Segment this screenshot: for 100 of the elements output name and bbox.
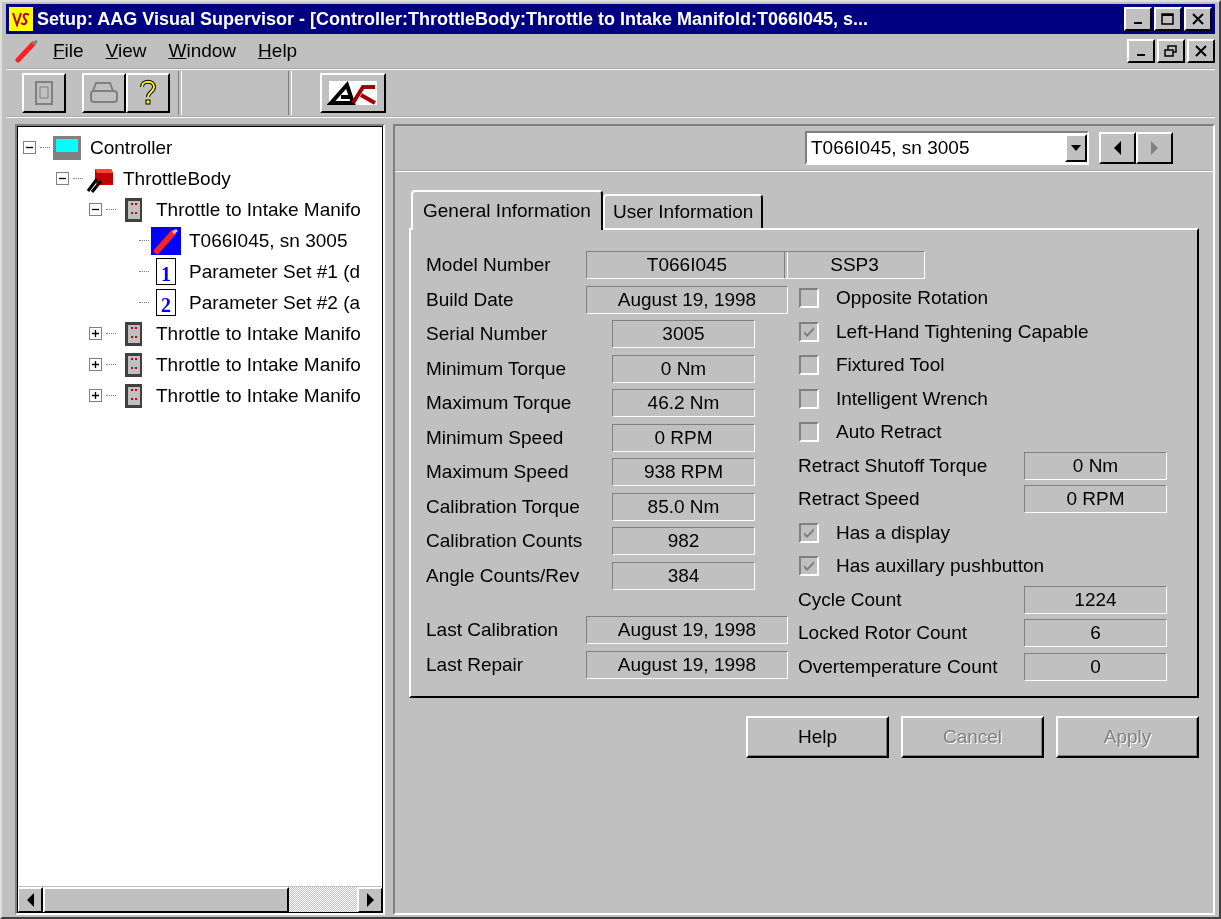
collapse-toggle[interactable] — [89, 203, 102, 216]
document-button[interactable] — [22, 73, 66, 113]
checkbox[interactable] — [799, 321, 819, 342]
restore-icon — [1164, 45, 1178, 57]
value-field: 46.2 Nm — [612, 389, 755, 418]
value-field: 6 — [1024, 619, 1167, 648]
right-arrow-icon — [365, 893, 375, 907]
print-button[interactable] — [82, 73, 126, 113]
value-field: August 19, 1998 — [586, 650, 788, 679]
menu-item[interactable]: View — [94, 40, 158, 62]
checkbox-label: Has a display — [836, 521, 951, 544]
tree-item[interactable]: Throttle to Intake Manifo — [154, 384, 363, 407]
scroll-thumb[interactable] — [43, 887, 289, 913]
tree-item[interactable]: Throttle to Intake Manifo — [154, 322, 363, 345]
close-button[interactable] — [1184, 7, 1212, 31]
field-label: Maximum Torque — [426, 392, 573, 415]
value-field: 1224 — [1024, 585, 1167, 614]
value-field: 0 Nm — [612, 354, 755, 383]
tab[interactable]: General Information — [411, 190, 603, 230]
maximize-icon — [1161, 13, 1175, 25]
scroll-left-button[interactable] — [17, 887, 43, 913]
close-icon — [1195, 45, 1207, 57]
field-label: Retract Shutoff Torque — [798, 454, 989, 477]
question-icon — [138, 79, 158, 107]
checkbox-label: Auto Retract — [836, 421, 942, 444]
document-icon — [34, 80, 54, 106]
field-label: Calibration Torque — [426, 495, 581, 518]
field-label: Angle Counts/Rev — [426, 564, 581, 587]
field-label: Overtemperature Count — [798, 655, 999, 678]
value-field: 0 RPM — [612, 423, 755, 452]
tree-item[interactable]: Controller — [88, 136, 175, 159]
help-button[interactable] — [126, 73, 170, 113]
value-field: 3005 — [612, 320, 755, 349]
checkbox-label: Left-Hand Tightening Capable — [836, 320, 1089, 343]
tree-item[interactable]: Throttle to Intake Manifo — [154, 353, 363, 376]
close-icon — [1192, 13, 1204, 25]
value-field: 938 RPM — [612, 458, 755, 487]
checkbox-label: Fixtured Tool — [836, 354, 945, 377]
scroll-right-button[interactable] — [357, 887, 383, 913]
value-field: 0 — [1024, 652, 1167, 681]
value-field: August 19, 1998 — [586, 285, 788, 314]
value-field: 384 — [612, 561, 755, 590]
minimize-button[interactable] — [1127, 39, 1155, 63]
field-label: Serial Number — [426, 323, 549, 346]
field-label: Cycle Count — [798, 588, 903, 611]
field-label: Retract Speed — [798, 488, 921, 511]
field-label: Maximum Speed — [426, 461, 570, 484]
right-arrow-icon — [1150, 141, 1159, 155]
checkbox[interactable] — [799, 355, 819, 376]
field-label: Last Calibration — [426, 619, 560, 642]
collapse-toggle[interactable] — [56, 172, 69, 185]
page-icon: 2 — [156, 289, 176, 316]
minimize-icon — [1137, 54, 1145, 56]
checkbox[interactable] — [799, 288, 819, 309]
printer-icon — [88, 80, 120, 106]
menu-item[interactable]: Window — [157, 40, 248, 62]
field-label: Build Date — [426, 288, 515, 311]
checkbox[interactable] — [799, 422, 819, 443]
left-arrow-icon — [25, 893, 35, 907]
field-label: Minimum Torque — [426, 357, 568, 380]
collapse-toggle[interactable] — [23, 141, 36, 154]
logo-button[interactable] — [320, 73, 386, 113]
minimize-button[interactable] — [1124, 7, 1152, 31]
tree-item[interactable]: Parameter Set #1 (d — [187, 260, 363, 283]
close-button[interactable] — [1187, 39, 1215, 63]
pencil-icon — [14, 39, 40, 63]
dropdown-arrow-icon — [1071, 145, 1081, 151]
field-label: Last Repair — [426, 653, 525, 676]
checkbox[interactable] — [799, 388, 819, 409]
value-field: 982 — [612, 527, 755, 556]
expand-toggle[interactable] — [89, 358, 102, 371]
tree-item[interactable]: Parameter Set #2 (a — [187, 291, 363, 314]
checkbox[interactable] — [799, 556, 819, 577]
checkbox[interactable] — [799, 522, 819, 543]
field-label: Locked Rotor Count — [798, 622, 968, 645]
value-field: 85.0 Nm — [612, 492, 755, 521]
value-field: T066I045 — [586, 251, 788, 280]
field-label: Calibration Counts — [426, 530, 584, 553]
tree-item[interactable]: ThrottleBody — [121, 167, 233, 190]
menu-item[interactable]: Help — [247, 40, 309, 62]
checkbox-label: Opposite Rotation — [836, 287, 989, 310]
field-label: Model Number — [426, 254, 552, 277]
tree-item[interactable]: T066I045, sn 3005 — [187, 229, 350, 252]
tree-item[interactable]: Throttle to Intake Manifo — [154, 198, 363, 221]
maximize-button[interactable] — [1154, 7, 1182, 31]
checkbox-label: Has auxillary pushbutton — [836, 555, 1045, 578]
expand-toggle[interactable] — [89, 327, 102, 340]
dialog-button[interactable]: Help — [746, 715, 889, 758]
menu-item[interactable]: File — [42, 40, 95, 62]
checkbox-label: Intelligent Wrench — [836, 387, 988, 410]
value-field: 0 Nm — [1024, 451, 1167, 480]
previous-button[interactable] — [1099, 132, 1136, 164]
expand-toggle[interactable] — [89, 389, 102, 402]
tool-dropdown[interactable]: T066I045, sn 3005 — [805, 131, 1089, 165]
left-arrow-icon — [1113, 141, 1122, 155]
restore-button[interactable] — [1157, 39, 1185, 63]
tab[interactable]: User Information — [602, 194, 764, 228]
logo-icon — [327, 79, 379, 107]
value-field: August 19, 1998 — [586, 616, 788, 645]
value-field: 0 RPM — [1024, 485, 1167, 514]
